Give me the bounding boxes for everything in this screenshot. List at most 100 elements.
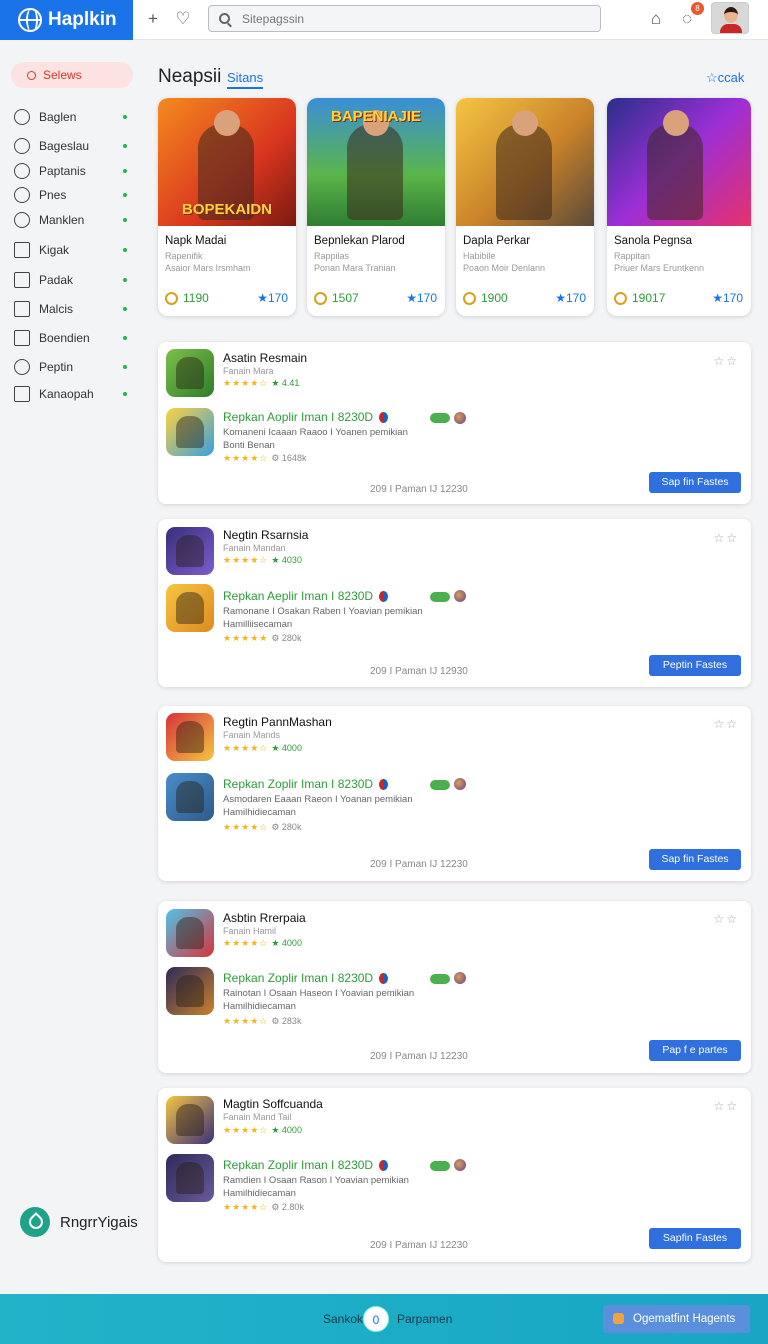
group-action-button[interactable]: Sap fin Fastes [649,472,741,493]
notification-badge: 8 [691,2,704,15]
status-dot [123,144,127,148]
add-icon[interactable]: + [143,9,163,29]
search-icon [219,13,230,24]
group-title: Regtin PannMashan [223,715,332,729]
edit-icon [14,386,30,402]
sidebar-item-11[interactable]: Kanaopah [14,384,132,404]
featured-price: 1900 [463,291,508,305]
status-tag [430,1161,450,1171]
featured-card[interactable]: BOPEKAIDN Napk Madai Rapenifik Asaior Mar… [158,98,296,316]
star-rating: ★★★★☆ ⚙ 2.80k [223,1202,304,1212]
sidebar: Selews Baglen Bageslau Paptanis Pnes Man… [0,41,145,1293]
status-dot [123,218,127,222]
location-icon[interactable]: ♡ [173,9,193,29]
app-icon[interactable] [166,909,214,957]
home-icon[interactable]: ⌂ [646,9,666,29]
avatar [454,412,466,424]
counter-badge[interactable]: 0 [363,1306,389,1332]
sidebar-footer[interactable]: RngrrYigais [20,1207,138,1237]
featured-card[interactable]: Dapla Perkar Habibile Poaon Moir Denlann … [456,98,594,316]
app-icon[interactable] [166,408,214,456]
group-footer: 209 I Paman IJ 12230 [370,859,468,870]
sidebar-item-active[interactable]: Selews [11,62,133,88]
favorites-link-label: ccak [717,70,745,85]
sidebar-item-5[interactable]: Manklen [14,210,132,230]
settings-icon [14,138,30,154]
group-footer: 209 I Paman IJ 12230 [370,1051,468,1062]
favorite-stars[interactable]: ☆☆ [713,354,739,368]
featured-card[interactable]: BAPENIAJIE Bepnlekan Plarod Rappilas Pona… [307,98,445,316]
release-description: Komaneni Icaaan Raaoo I Yoanen pemikian B… [223,427,408,451]
featured-subtitle: Rappitan Priuer Mars Eruntkenn [614,251,705,273]
user-avatar[interactable] [711,2,749,34]
check-icon [14,359,30,375]
app-icon[interactable] [166,773,214,821]
tab-sitans[interactable]: Sitans [227,70,264,89]
app-icon[interactable] [166,527,214,575]
status-dot [123,278,127,282]
avatar [454,590,466,602]
group-action-button[interactable]: Sap fin Fastes [649,849,741,870]
status-dot [123,392,127,396]
star-rating: ★★★★☆ ⚙ 283k [223,1016,302,1026]
favorite-stars[interactable]: ☆☆ [713,1099,739,1113]
app-icon[interactable] [166,1154,214,1202]
group-action-button[interactable]: Sapfin Fastes [649,1228,741,1249]
featured-art: BOPEKAIDN [158,98,296,226]
sidebar-item-label: Selews [43,68,82,82]
avatar [454,972,466,984]
app-icon[interactable] [166,713,214,761]
app-logo[interactable]: Haplkin [0,0,133,40]
search-bar[interactable] [208,5,601,32]
featured-rating: ★170 [555,291,586,305]
release-title[interactable]: Repkan Zoplir Iman I 8230D [223,971,389,985]
release-description: Ramonane I Osakan Raben I Yoavian pemiki… [223,606,423,630]
agents-button[interactable]: Ogematfint Hagents [603,1305,750,1333]
sidebar-item-6[interactable]: Kigak [14,240,132,260]
release-title[interactable]: Repkan Zoplir Iman I 8230D [223,1158,389,1172]
sidebar-item-9[interactable]: Boendien [14,328,132,348]
app-title: Haplkin [48,9,117,30]
page-title: Neapsii [158,66,222,87]
status-tag [430,780,450,790]
featured-banner: BOPEKAIDN [181,201,272,218]
sidebar-item-10[interactable]: Peptin [14,357,132,377]
favorite-stars[interactable]: ☆☆ [713,717,739,731]
favorite-stars[interactable]: ☆☆ [713,912,739,926]
group-action-button[interactable]: Pap f e partes [649,1040,741,1061]
search-input[interactable] [242,11,572,26]
favorites-link[interactable]: ☆ccak [706,70,744,86]
group-subtitle: Fanain Mands [223,730,281,740]
status-dot [123,169,127,173]
app-icon[interactable] [166,1096,214,1144]
app-icon[interactable] [166,349,214,397]
featured-rating: ★170 [406,291,437,305]
group-title: Asbtin Rrerpaia [223,911,306,925]
app-icon[interactable] [166,967,214,1015]
status-dot [123,307,127,311]
app-icon[interactable] [166,584,214,632]
sidebar-item-8[interactable]: Malcis [14,299,132,319]
location-icon [14,212,30,228]
star-rating: ★★★★☆ ★ 4000 [223,938,302,948]
favorite-stars[interactable]: ☆☆ [713,531,739,545]
release-title[interactable]: Repkan Aoplir Iman I 8230D [223,410,389,424]
sidebar-item-1[interactable]: Baglen [14,107,132,127]
group-action-button[interactable]: Peptin Fastes [649,655,741,676]
group-subtitle: Fanain Hamil [223,926,277,936]
sidebar-item-7[interactable]: Padak [14,270,132,290]
featured-card[interactable]: Sanola Pegnsa Rappitan Priuer Mars Eruntk… [607,98,751,316]
release-title[interactable]: Repkan Aeplir Iman I 8230D [223,589,389,603]
release-title[interactable]: Repkan Zoplir Iman I 8230D [223,777,389,791]
sidebar-item-3[interactable]: Paptanis [14,161,132,181]
status-tag [430,592,450,602]
featured-art [456,98,594,226]
info-icon [14,187,30,203]
release-description: Ramdien I Osaan Rason I Yoavian pemikian… [223,1175,409,1199]
avatar [454,778,466,790]
sidebar-item-2[interactable]: Bageslau [14,136,132,156]
app-group: Asbtin Rrerpaia Fanain Hamil ★★★★☆ ★ 4000… [158,901,751,1073]
sidebar-item-4[interactable]: Pnes [14,185,132,205]
featured-price: 1507 [314,291,359,305]
app-group: Magtin Soffcuanda Fanain Mand Tail ★★★★☆… [158,1088,751,1262]
